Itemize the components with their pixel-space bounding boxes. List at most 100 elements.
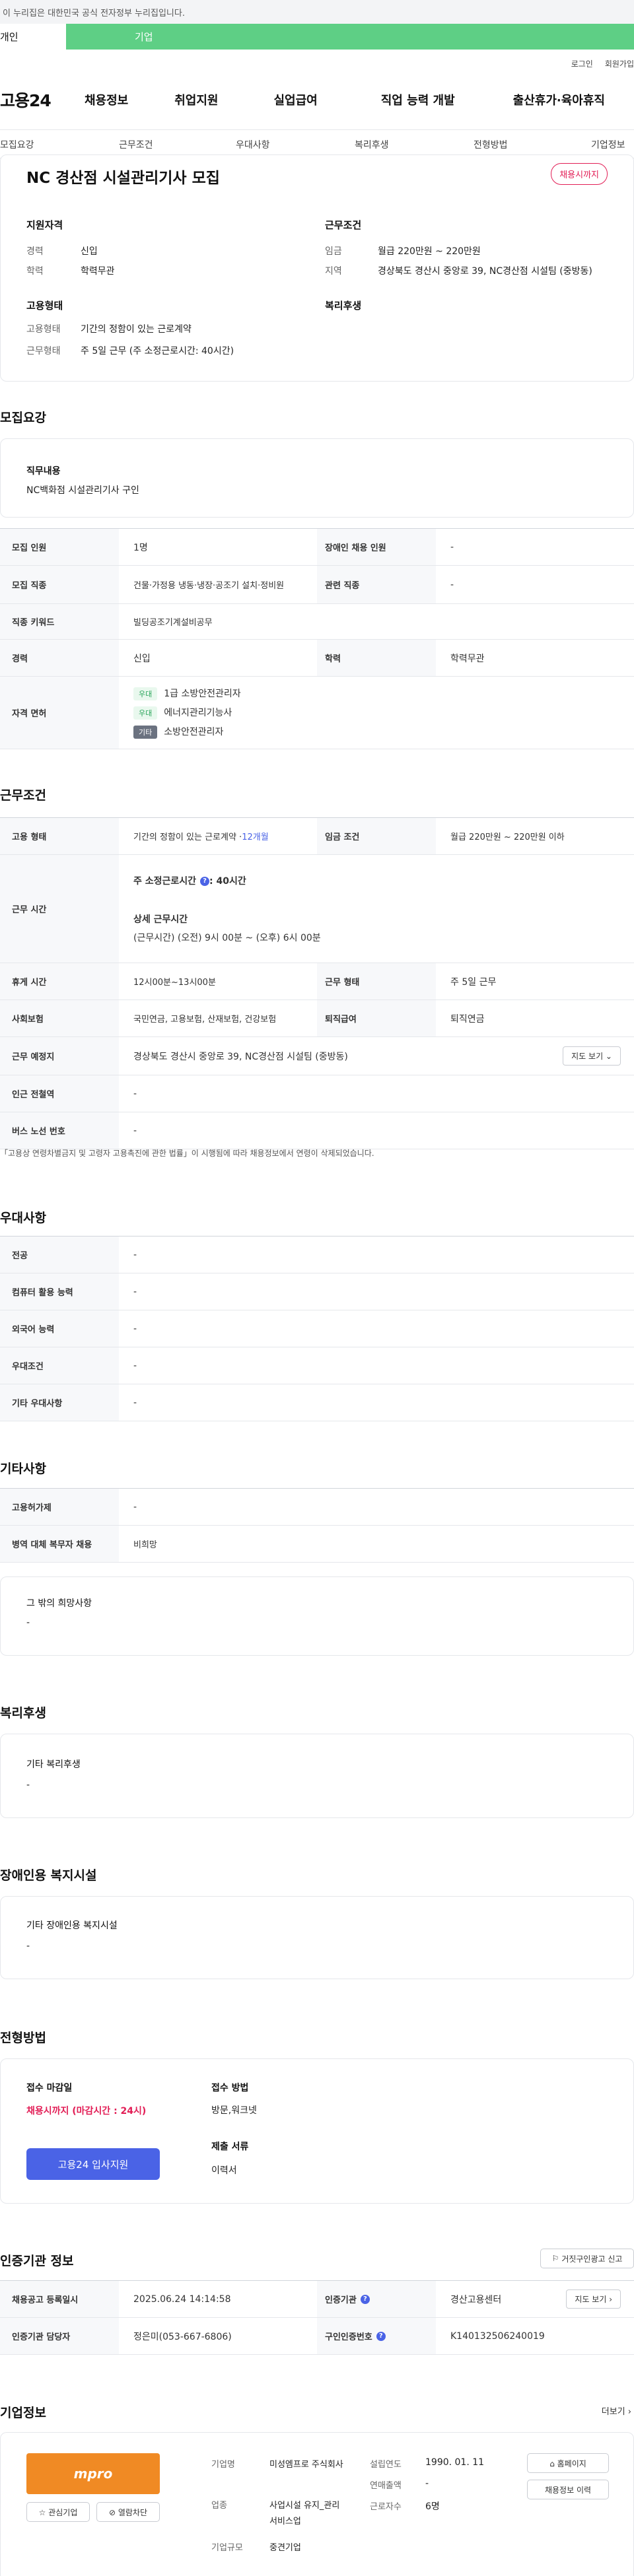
qualification-heading: 지원자격 [26,219,63,231]
table-row: 근무 시간 주 소정근로시간?: 40시간 상세 근무시간 (근무시간) (오전… [0,855,634,963]
other-wish-heading: 그 밖의 희망사항 [26,1598,92,1609]
tab-recruit[interactable]: 모집요강 [0,138,34,151]
table-row: 인증기관 담당자 정은미(053-667-6806) 구인인증번호? K1401… [0,2318,634,2355]
license-item: 우대 에너지관리기능사 [133,706,232,720]
homepage-button[interactable]: ⌂ 홈페이지 [527,2453,609,2473]
report-fake-ad-button[interactable]: ⚐ 거짓구인광고 신고 [540,2249,634,2268]
gnb-item-support[interactable]: 취업지원 [174,91,218,108]
login-link[interactable]: 로그인 [571,58,593,69]
gov-banner: 이 누리집은 대한민국 공식 전자정부 누리집입니다. [0,0,634,24]
tab-work-conditions[interactable]: 근무조건 [119,138,153,151]
etc-label: 고용허가제 [0,1489,119,1525]
bus-value: - [133,1125,137,1136]
facility-value: - [26,1941,30,1951]
break-value: 12시00분~13시00분 [133,978,216,988]
welfare-section-title: 복리후생 [0,1706,46,1720]
tab-welfare[interactable]: 복리후생 [355,138,389,151]
pref-label: 컴퓨터 활용 능력 [0,1273,119,1310]
welfare-card-value: - [26,1780,30,1790]
gnb-item-benefit[interactable]: 실업급여 [274,91,318,108]
insurance-value: 국민연금, 고용보험, 산재보험, 건강보험 [133,1015,277,1025]
job-desc-heading: 직무내용 [26,466,61,477]
deadline-badge: 채용시까지 [551,163,608,185]
weekly-hours: 주 소정근로시간?: 40시간 [133,875,246,887]
recruit-section-title: 모집요강 [0,411,46,425]
facility-heading: 기타 장애인용 복지시설 [26,1920,118,1931]
gnb-item-training[interactable]: 직업 능력 개발 [381,91,455,108]
company-logo: mpro [26,2453,160,2494]
info-icon[interactable]: ? [376,2331,386,2341]
location-label: 지역 [325,266,342,277]
employees-label: 근로자수 [370,2502,402,2512]
keyword-label: 직종 키워드 [0,604,119,639]
block-view-button[interactable]: ⊘ 열람차단 [96,2502,160,2522]
insurance-label: 사회보험 [0,1000,119,1036]
gnb-item-recruit[interactable]: 채용정보 [85,91,128,108]
company-section-title: 기업정보 [0,2406,46,2420]
facility-card [0,1896,634,1979]
company-size-label: 기업규모 [211,2543,243,2553]
bus-label: 버스 노선 번호 [0,1112,119,1149]
info-icon[interactable]: ? [200,876,210,886]
career-row-value: 신입 [133,653,151,664]
pref-table: 전공 - 컴퓨터 활용 능력 - 외국어 능력 - 우대조건 - 기타 우대사항 - [0,1236,634,1421]
tab-preferences[interactable]: 우대사항 [236,138,270,151]
info-icon[interactable]: ? [360,2294,370,2304]
recruit-history-button[interactable]: 채용정보 이력 [527,2480,609,2499]
interest-company-button[interactable]: ☆ 관심기업 [26,2502,90,2522]
work-type-value: 주 5일 근무 (주 소정근로시간: 40시간) [81,346,234,356]
company-biz-value: 사업시설 유지_관리 서비스업 [269,2501,340,2526]
license-list: 우대 1급 소방안전관리자 우대 에너지관리기능사 기타 소방안전관리자 [119,677,634,749]
founded-value: 1990. 01. 11 [425,2457,485,2468]
apply-button[interactable]: 고용24 입사지원 [26,2148,160,2180]
etc-section-title: 기타사항 [0,1462,46,1476]
etc-value: 비희망 [133,1540,157,1550]
pref-value: - [133,1397,137,1408]
license-name: 에너지관리기능사 [164,708,232,718]
table-row: 자격 면허 우대 1급 소방안전관리자 우대 에너지관리기능사 기타 소방안전관리자 [0,677,634,749]
job-desc-card [0,438,634,518]
reg-value: 2025.06.24 14:14:58 [133,2293,231,2305]
manager-label: 인증기관 담당자 [0,2318,119,2354]
job-title: NC 경산점 시설관리기사 모집 [26,170,220,187]
table-row: 채용공고 등록일시 2025.06.24 14:14:58 인증기관? 경산고용… [0,2281,634,2318]
screening-section-title: 전형방법 [0,2031,46,2045]
utility-links: 로그인 회원가입 [571,58,634,69]
screening-card [0,2058,634,2204]
break-label: 휴게 시간 [0,963,119,1000]
pref-label: 전공 [0,1237,119,1273]
license-tag: 우대 [133,687,158,700]
number-value: K140132506240019 [450,2330,545,2342]
education-label: 학력 [26,266,44,277]
etc-label: 병역 대체 복무자 채용 [0,1526,119,1562]
other-wish-card [0,1576,634,1656]
license-tag: 기타 [133,726,158,739]
wage-cond-label: 임금 조건 [317,818,436,854]
company-more-link[interactable]: 더보기 › [602,2404,631,2417]
signup-link[interactable]: 회원가입 [605,58,634,69]
education-value: 학력무관 [81,266,115,277]
subway-value: - [133,1088,137,1099]
keyword-value: 빌딩공조기계설비공무 [133,618,213,628]
table-row: 인근 전철역 - [0,1075,634,1112]
tab-personal[interactable]: 개인 [0,24,66,50]
gnb-item-leave[interactable]: 출산휴가·육아휴직 [513,91,605,108]
age-notice: 「고용상 연령차별금지 및 고령자 고용촉진에 관한 법률」이 시행됨에 따라 … [0,1149,374,1158]
subway-label: 인근 전철역 [0,1075,119,1112]
work-table: 고용 형태 기간의 정함이 있는 근로계약 · 12개월 임금 조건 월급 22… [0,817,634,1149]
wage-label: 임금 [325,246,342,257]
site-logo[interactable]: 고용24 [0,88,85,112]
employees-value: 6명 [425,2501,440,2512]
related-value: - [450,579,454,590]
license-label: 자격 면허 [0,677,119,749]
tab-company[interactable]: 기업 [66,24,634,50]
table-row: 외국어 능력 - [0,1310,634,1347]
tab-company-info[interactable]: 기업정보 [591,138,625,151]
tab-screening[interactable]: 전형방법 [474,138,508,151]
pref-value: - [133,1360,137,1371]
wage-cond-value: 월급 220만원 ~ 220만원 이하 [450,832,565,842]
agency-map-button[interactable]: 지도 보기 › [566,2289,621,2309]
table-row: 근무 예정지 경상북도 경산시 중앙로 39, NC경산점 시설팀 (중방동) … [0,1037,634,1075]
map-button[interactable]: 지도 보기 ⌄ [563,1046,621,1066]
report-icon: ⚐ [551,2254,559,2263]
